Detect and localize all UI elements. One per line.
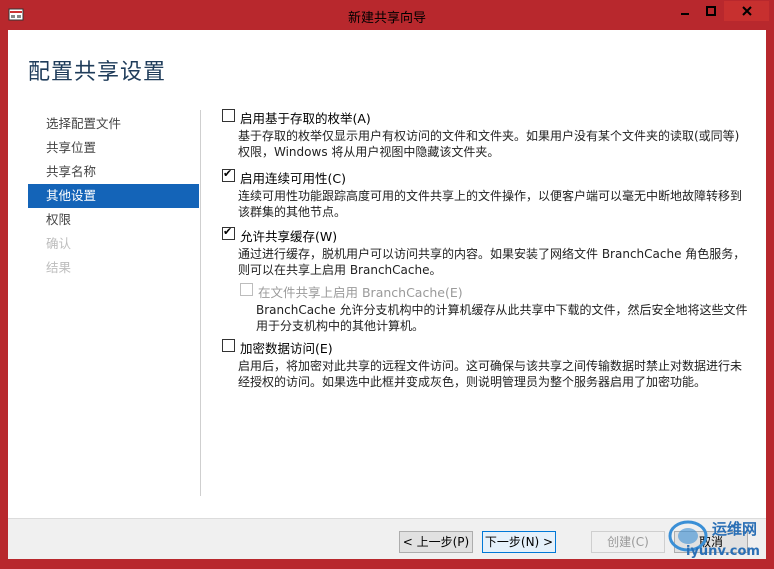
nav-item-share-name[interactable]: 共享名称	[28, 160, 199, 184]
continuous-desc-line1: 连续可用性功能跟踪高度可用的文件共享上的文件操作，以便客户端可以毫无中断地故障转…	[238, 189, 743, 203]
continuous-availability-option[interactable]: 启用连续可用性(C)	[222, 167, 752, 188]
watermark-text-2: iyunv.com	[686, 544, 760, 559]
access-enum-desc-line2: 权限，Windows 将从用户视图中隐藏该文件夹。	[238, 145, 500, 159]
watermark-logo: 运维网 iyunv.com	[664, 512, 774, 566]
access-enum-description: 基于存取的枚举仅显示用户有权访问的文件和文件夹。如果用户没有某个文件夹的读取(或…	[238, 128, 752, 160]
nav-item-results: 结果	[46, 260, 72, 275]
branchcache-label: 在文件共享上启用 BranchCache(E)	[258, 285, 463, 300]
access-enum-label[interactable]: 启用基于存取的枚举(A)	[240, 111, 371, 126]
minimize-icon	[681, 13, 689, 15]
nav-item-share-location[interactable]: 共享位置	[28, 136, 199, 160]
maximize-icon	[706, 6, 716, 16]
branchcache-checkbox	[240, 283, 253, 296]
branchcache-desc-line2: 用于分支机构中的其他计算机。	[256, 319, 425, 333]
share-caching-checkbox[interactable]	[222, 225, 235, 240]
caching-desc-line1: 通过进行缓存，脱机用户可以访问共享的内容。如果安装了网络文件 BranchCac…	[238, 247, 746, 261]
window-title: 新建共享向导	[347, 11, 426, 26]
wizard-nav: 选择配置文件 共享位置 共享名称 其他设置 权限 确认 结果	[28, 112, 199, 280]
settings-panel: 启用基于存取的枚举(A) 基于存取的枚举仅显示用户有权访问的文件和文件夹。如果用…	[222, 108, 752, 390]
page-title: 配置共享设置	[28, 60, 167, 85]
nav-item-confirm: 确认	[46, 236, 72, 251]
encrypt-access-option[interactable]: 加密数据访问(E)	[222, 338, 752, 358]
previous-button[interactable]: < 上一步(P)	[399, 531, 473, 553]
close-button[interactable]	[724, 1, 769, 21]
continuous-availability-label[interactable]: 启用连续可用性(C)	[240, 171, 346, 186]
continuous-availability-description: 连续可用性功能跟踪高度可用的文件共享上的文件操作，以便客户端可以毫无中断地故障转…	[238, 188, 752, 220]
title-bar[interactable]: 新建共享向导	[0, 0, 774, 30]
nav-item-select-profile[interactable]: 选择配置文件	[28, 112, 199, 136]
access-enum-option[interactable]: 启用基于存取的枚举(A)	[222, 108, 752, 128]
minimize-button[interactable]	[672, 1, 698, 21]
continuous-desc-line2: 该群集的其他节点。	[238, 205, 347, 219]
encrypt-access-description: 启用后，将加密对此共享的远程文件访问。这可确保与该共享之间传输数据时禁止对数据进…	[238, 358, 752, 390]
nav-item-other-settings[interactable]: 其他设置	[28, 184, 199, 208]
caching-desc-line2: 则可以在共享上启用 BranchCache。	[238, 263, 442, 277]
wizard-client-area: 配置共享设置 选择配置文件 共享位置 共享名称 其他设置 权限 确认 结果 启用…	[8, 30, 766, 559]
branchcache-desc-line1: BranchCache 允许分支机构中的计算机缓存从此共享中下载的文件，然后安全…	[256, 303, 748, 317]
share-caching-label[interactable]: 允许共享缓存(W)	[240, 229, 337, 244]
access-enum-desc-line1: 基于存取的枚举仅显示用户有权访问的文件和文件夹。如果用户没有某个文件夹的读取(或…	[238, 129, 740, 143]
nav-item-permissions[interactable]: 权限	[28, 208, 199, 232]
continuous-availability-checkbox[interactable]	[222, 167, 235, 182]
wizard-window: 新建共享向导 配置共享设置 选择配置文件 共享位置 共享名称 其他设置 权限 确…	[0, 0, 774, 566]
access-enum-checkbox[interactable]	[222, 109, 235, 122]
create-button: 创建(C)	[591, 531, 665, 553]
branchcache-description: BranchCache 允许分支机构中的计算机缓存从此共享中下载的文件，然后安全…	[256, 302, 752, 334]
watermark-text-1: 运维网	[712, 520, 758, 538]
next-button[interactable]: 下一步(N) >	[482, 531, 556, 553]
maximize-button[interactable]	[698, 1, 724, 21]
encrypt-access-checkbox[interactable]	[222, 339, 235, 352]
share-caching-description: 通过进行缓存，脱机用户可以访问共享的内容。如果安装了网络文件 BranchCac…	[238, 246, 752, 278]
encrypt-desc-line2: 经授权的访问。如果选中此框并变成灰色，则说明管理员为整个服务器启用了加密功能。	[238, 375, 707, 389]
branchcache-option: 在文件共享上启用 BranchCache(E)	[240, 282, 752, 302]
divider	[200, 110, 201, 496]
encrypt-desc-line1: 启用后，将加密对此共享的远程文件访问。这可确保与该共享之间传输数据时禁止对数据进…	[238, 359, 743, 373]
share-caching-option[interactable]: 允许共享缓存(W)	[222, 225, 752, 246]
encrypt-access-label[interactable]: 加密数据访问(E)	[240, 341, 333, 356]
close-icon	[741, 6, 752, 16]
button-bar: < 上一步(P) 下一步(N) > 创建(C) 取消	[8, 518, 766, 559]
